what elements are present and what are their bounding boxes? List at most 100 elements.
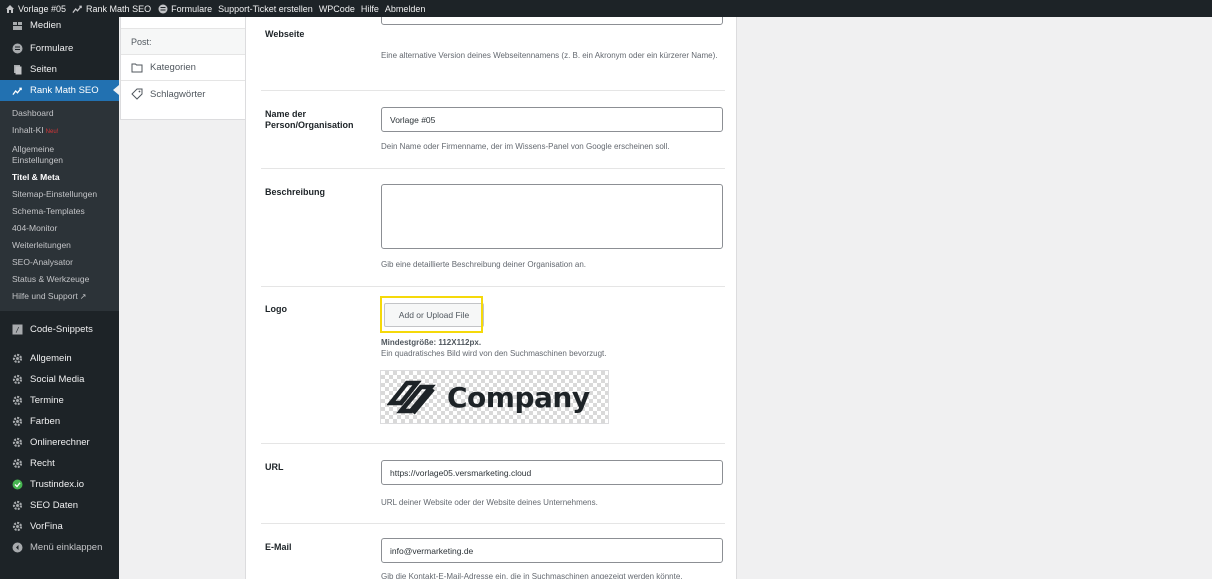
adminbar-rankmath-label: Rank Math SEO <box>86 3 152 14</box>
menu-termine[interactable]: Termine <box>0 390 119 411</box>
webseite-description: Eine alternative Version deines Webseite… <box>381 51 718 60</box>
menu-formulare-label: Formulare <box>30 43 74 54</box>
field-email: E-Mail info@vermarketing.de Gib die Kont… <box>261 524 725 579</box>
url-label: URL <box>265 462 284 472</box>
menu-collapse[interactable]: Menü einklappen <box>0 537 119 558</box>
menu-rankmath[interactable]: Rank Math SEO <box>0 80 119 101</box>
menu-farben-label: Farben <box>30 416 61 427</box>
tag-icon <box>131 88 143 100</box>
field-url: URL https://vorlage05.versmarketing.clou… <box>261 444 725 524</box>
email-input[interactable]: info@vermarketing.de <box>381 538 723 563</box>
menu-code-snippets[interactable]: / Code-Snippets <box>0 319 119 340</box>
adminbar-formulare-label: Formulare <box>171 3 213 14</box>
gear-icon <box>12 458 23 469</box>
field-webseite: Webseite Eine alternative Version deines… <box>261 7 725 91</box>
menu-vorfina-label: VorFina <box>30 521 63 532</box>
admin-bar: Vorlage #05 Rank Math SEO Formulare Supp… <box>0 0 1212 17</box>
submenu-hilfe[interactable]: Hilfe und Support ↗ <box>0 288 119 305</box>
adminbar-support[interactable]: Support-Ticket erstellen <box>218 4 313 14</box>
menu-collapse-label: Menü einklappen <box>30 542 103 553</box>
email-description: Gib die Kontakt-E-Mail-Adresse ein, die … <box>381 572 683 579</box>
menu-seiten[interactable]: Seiten <box>0 59 119 80</box>
logo-description: Ein quadratisches Bild wird von den Such… <box>381 349 607 358</box>
home-icon <box>4 3 15 14</box>
menu-farben[interactable]: Farben <box>0 411 119 432</box>
menu-social-media-label: Social Media <box>30 374 85 385</box>
gear-icon <box>12 500 23 511</box>
submenu-hilfe-label: Hilfe und Support <box>12 291 78 301</box>
menu-social-media[interactable]: Social Media <box>0 369 119 390</box>
menu-recht-label: Recht <box>30 458 55 469</box>
adminbar-abmelden[interactable]: Abmelden <box>385 4 426 14</box>
menu-termine-label: Termine <box>30 395 64 406</box>
submenu-titel-meta[interactable]: Titel & Meta <box>0 169 119 186</box>
menu-onlinerechner-label: Onlinerechner <box>30 437 90 448</box>
tab-post[interactable]: Post: <box>121 29 245 55</box>
name-description: Dein Name oder Firmenname, der im Wissen… <box>381 142 670 151</box>
submenu-schema[interactable]: Schema-Templates <box>0 203 119 220</box>
tab-schlagwoerter[interactable]: Schlagwörter <box>121 81 245 107</box>
company-logo-text: Company <box>447 380 590 414</box>
tab-schlagwoerter-label: Schlagwörter <box>150 88 206 100</box>
submenu-weiterleitungen[interactable]: Weiterleitungen <box>0 237 119 254</box>
external-link-icon: ↗ <box>79 292 87 301</box>
adminbar-formulare[interactable]: Formulare <box>157 3 212 14</box>
tab-hidden[interactable] <box>121 17 245 29</box>
svg-text:/: / <box>15 326 19 334</box>
adminbar-wpcode[interactable]: WPCode <box>319 4 355 14</box>
submenu-dashboard[interactable]: Dashboard <box>0 105 119 122</box>
menu-medien[interactable]: Medien <box>0 17 119 34</box>
check-circle-icon <box>12 479 23 490</box>
logo-preview[interactable]: Company <box>380 370 609 424</box>
adminbar-wpcode-label: WPCode <box>318 3 355 14</box>
beschreibung-label: Beschreibung <box>265 187 326 197</box>
rankmath-icon <box>72 3 83 14</box>
company-logo-mark-icon <box>387 380 436 415</box>
menu-seo-daten-label: SEO Daten <box>30 500 79 511</box>
submenu-status[interactable]: Status & Werkzeuge <box>0 271 119 288</box>
adminbar-hilfe[interactable]: Hilfe <box>361 4 379 14</box>
menu-medien-label: Medien <box>30 20 62 31</box>
url-input[interactable]: https://vorlage05.versmarketing.cloud <box>381 460 723 485</box>
gear-icon <box>12 395 23 406</box>
menu-onlinerechner[interactable]: Onlinerechner <box>0 432 119 453</box>
adminbar-hilfe-label: Hilfe <box>360 3 379 14</box>
menu-seiten-label: Seiten <box>30 64 57 75</box>
webseite-label: Webseite <box>265 29 305 39</box>
beschreibung-textarea[interactable] <box>381 184 723 249</box>
submenu-inhalt-ki-label: Inhalt-KI <box>12 125 44 135</box>
adminbar-rankmath[interactable]: Rank Math SEO <box>72 3 151 14</box>
submenu-sitemap[interactable]: Sitemap-Einstellungen <box>0 186 119 203</box>
menu-formulare[interactable]: Formulare <box>0 38 119 59</box>
adminbar-site-label: Vorlage #05 <box>18 3 67 14</box>
menu-trustindex[interactable]: Trustindex.io <box>0 474 119 495</box>
menu-allgemein[interactable]: Allgemein <box>0 348 119 369</box>
collapse-icon <box>12 542 23 553</box>
submenu-allgemeine[interactable]: Allgemeine Einstellungen <box>0 141 80 169</box>
rankmath-submenu: Dashboard Inhalt-KI Neu! Allgemeine Einst… <box>0 101 119 311</box>
new-badge: Neu! <box>45 129 59 135</box>
menu-code-snippets-label: Code-Snippets <box>30 324 93 335</box>
gear-icon <box>12 374 23 385</box>
add-upload-file-button[interactable]: Add or Upload File <box>384 303 484 327</box>
email-label: E-Mail <box>265 542 292 552</box>
menu-seo-daten[interactable]: SEO Daten <box>0 495 119 516</box>
adminbar-site[interactable]: Vorlage #05 <box>4 3 66 14</box>
forms-icon <box>157 3 168 14</box>
field-name: Name der Person/Organisation Vorlage #05… <box>261 91 725 169</box>
field-beschreibung: Beschreibung Gib eine detaillierte Besch… <box>261 169 725 287</box>
name-input[interactable]: Vorlage #05 <box>381 107 723 132</box>
gear-icon <box>12 437 23 448</box>
submenu-analysator[interactable]: SEO-Analysator <box>0 254 119 271</box>
logo-label: Logo <box>265 304 287 314</box>
menu-rankmath-label: Rank Math SEO <box>30 85 99 96</box>
menu-recht[interactable]: Recht <box>0 453 119 474</box>
submenu-inhalt-ki[interactable]: Inhalt-KI Neu! <box>0 122 119 141</box>
menu-vorfina[interactable]: VorFina <box>0 516 119 537</box>
tab-kategorien[interactable]: Kategorien <box>121 55 245 81</box>
menu-allgemein-label: Allgemein <box>30 353 72 364</box>
admin-sidebar: Medien Formulare Seiten Rank Math SEO Da… <box>0 17 119 579</box>
tab-kategorien-label: Kategorien <box>150 62 196 73</box>
rankmath-icon <box>12 85 23 96</box>
submenu-404-monitor[interactable]: 404-Monitor <box>0 220 119 237</box>
